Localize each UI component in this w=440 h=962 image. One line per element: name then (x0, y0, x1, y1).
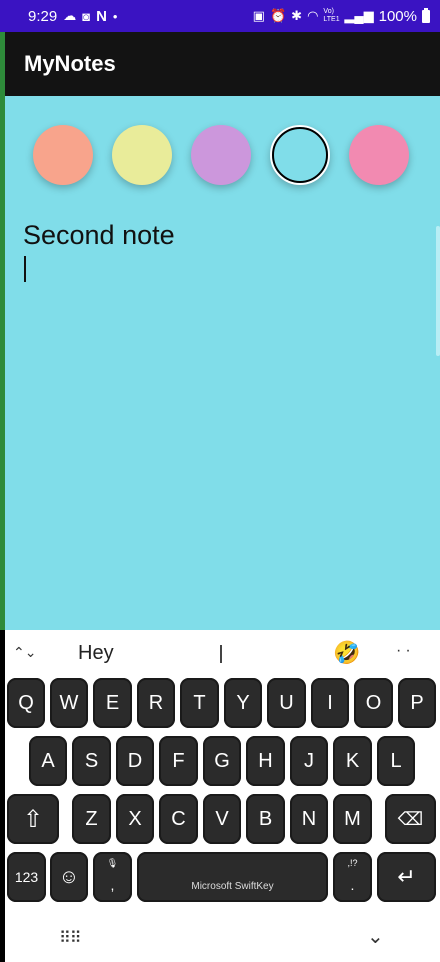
hide-keyboard-icon[interactable]: ⌄ (367, 924, 384, 949)
space-bar[interactable]: Microsoft SwiftKey (137, 852, 328, 902)
key-o[interactable]: O (354, 678, 393, 728)
color-picker (33, 125, 409, 185)
alarm-icon: ⏰ (269, 8, 287, 23)
wifi-icon: ◠ (307, 8, 319, 23)
key-z[interactable]: Z (72, 794, 111, 844)
numbers-key[interactable]: 123 (7, 852, 46, 902)
suggestion-word[interactable]: Hey (78, 642, 114, 665)
instagram-icon: ◙ (82, 8, 91, 24)
note-text-field[interactable]: Second note (23, 220, 175, 251)
key-j[interactable]: J (290, 736, 328, 786)
key-n[interactable]: N (290, 794, 328, 844)
dot-icon: • (112, 8, 118, 24)
shift-key[interactable]: ⇧ (7, 794, 59, 844)
key-c[interactable]: C (159, 794, 198, 844)
color-swatch-cyan[interactable] (270, 125, 330, 185)
text-cursor (24, 256, 26, 282)
key-row-1: Q W E R T Y U I O P (5, 678, 440, 732)
color-swatch-purple[interactable] (191, 125, 251, 185)
key-v[interactable]: V (203, 794, 241, 844)
keyboard: ⌃⌄ Hey 🤣 ·· Q W E R T Y U I O P A S D F … (5, 630, 440, 962)
mic-icon: 🎙 (106, 858, 119, 868)
enter-icon: ↵ (397, 864, 416, 889)
period-key[interactable]: ,!? . (333, 852, 372, 902)
key-d[interactable]: D (116, 736, 154, 786)
emoji-icon: ☺ (58, 865, 80, 888)
key-m[interactable]: M (333, 794, 372, 844)
scroll-indicator (436, 226, 440, 356)
key-e[interactable]: E (93, 678, 132, 728)
space-bar-label: Microsoft SwiftKey (191, 880, 274, 892)
cloud-icon: ☁ (63, 8, 77, 23)
backspace-key[interactable]: ⌫ (385, 794, 436, 844)
key-row-2: A S D F G H J K L (5, 736, 440, 790)
shift-icon: ⇧ (22, 805, 44, 833)
more-options-icon[interactable]: ·· (396, 642, 415, 660)
keyboard-switch-icon[interactable]: ⠿⠿ (59, 928, 81, 948)
key-y[interactable]: Y (224, 678, 262, 728)
key-p[interactable]: P (398, 678, 436, 728)
key-w[interactable]: W (50, 678, 88, 728)
expand-toolbar-icon[interactable]: ⌃⌄ (13, 644, 36, 661)
key-t[interactable]: T (180, 678, 219, 728)
key-r[interactable]: R (137, 678, 175, 728)
key-f[interactable]: F (159, 736, 198, 786)
color-swatch-yellow[interactable] (112, 125, 172, 185)
suggestion-divider (220, 645, 222, 663)
nfc-icon: ▣ (252, 8, 265, 23)
color-swatch-peach[interactable] (33, 125, 93, 185)
key-i[interactable]: I (311, 678, 349, 728)
battery-icon (422, 7, 430, 23)
status-time: 9:29 (28, 7, 58, 25)
bluetooth-icon: ✱ (291, 8, 303, 23)
app-title: MyNotes (24, 51, 116, 76)
suggestion-emoji[interactable]: 🤣 (333, 640, 360, 666)
suggestion-bar: ⌃⌄ Hey 🤣 ·· (5, 630, 440, 676)
battery-percent: 100% (378, 7, 417, 25)
status-bar: 9:29 ☁ ◙ N • ▣ ⏰ ✱ ◠ Vo) LTE1 ▂▄▆ 100% (0, 0, 440, 32)
key-g[interactable]: G (203, 736, 241, 786)
key-row-4: 123 ☺ 🎙 , Microsoft SwiftKey ,!? . ↵ (5, 852, 440, 906)
emoji-key[interactable]: ☺ (50, 852, 88, 902)
comma-key[interactable]: 🎙 , (93, 852, 132, 902)
key-s[interactable]: S (72, 736, 111, 786)
key-x[interactable]: X (116, 794, 154, 844)
note-editor: Second note (5, 96, 440, 630)
app-bar: MyNotes (5, 32, 440, 96)
key-row-3: ⇧ Z X C V B N M ⌫ (5, 794, 440, 848)
key-q[interactable]: Q (7, 678, 45, 728)
key-a[interactable]: A (29, 736, 67, 786)
key-b[interactable]: B (246, 794, 285, 844)
key-u[interactable]: U (267, 678, 306, 728)
enter-key[interactable]: ↵ (377, 852, 436, 902)
key-h[interactable]: H (246, 736, 285, 786)
volte-label: Vo) LTE1 (323, 8, 340, 23)
backspace-icon: ⌫ (397, 808, 424, 829)
signal-icon: ▂▄▆ (344, 8, 374, 23)
key-l[interactable]: L (377, 736, 415, 786)
netflix-icon: N (96, 7, 107, 25)
key-k[interactable]: K (333, 736, 372, 786)
keyboard-nav-row: ⠿⠿ ⌄ (5, 920, 440, 962)
color-swatch-pink[interactable] (349, 125, 409, 185)
